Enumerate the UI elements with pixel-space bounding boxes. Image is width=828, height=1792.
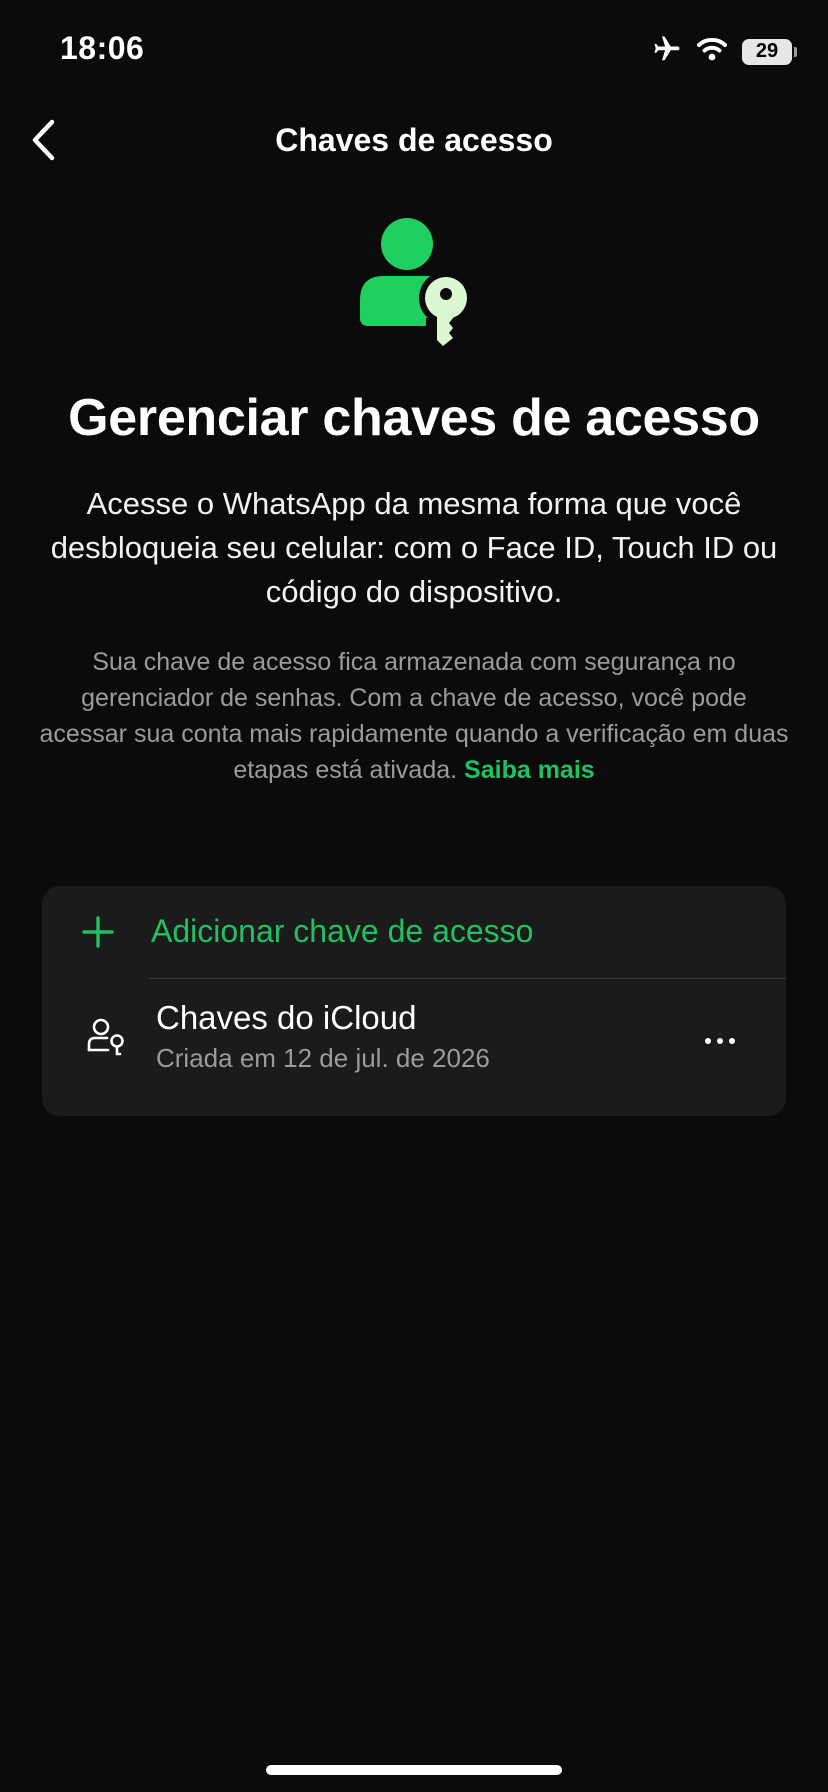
passkeys-screen: 18:06 29 Chaves de acesso Gerenciar chav…	[0, 0, 828, 1792]
add-passkey-button[interactable]: Adicionar chave de acesso	[42, 886, 786, 978]
description: Sua chave de acesso fica armazenada com …	[38, 644, 790, 788]
passkey-created-date: Criada em 12 de jul. de 2026	[156, 1043, 490, 1073]
subheadline: Acesse o WhatsApp da mesma forma que voc…	[50, 486, 778, 609]
battery-icon: 29	[742, 38, 797, 65]
add-passkey-label: Adicionar chave de acesso	[151, 913, 534, 949]
wifi-icon	[696, 36, 728, 67]
more-options-button[interactable]	[694, 1021, 746, 1061]
status-bar: 18:06 29	[0, 0, 828, 100]
dot	[729, 1038, 735, 1044]
passkeys-card: Adicionar chave de acesso Chaves do iClo…	[42, 886, 786, 1116]
passkey-name: Chaves do iCloud	[156, 999, 417, 1036]
battery-level: 29	[755, 40, 779, 62]
battery-nub	[794, 46, 797, 57]
airplane-icon	[652, 34, 682, 69]
dot	[717, 1038, 723, 1044]
page-title: Chaves de acesso	[275, 122, 553, 158]
status-time: 18:06	[60, 30, 145, 66]
person-key-outline-icon	[86, 1017, 126, 1057]
dot	[705, 1038, 711, 1044]
headline: Gerenciar chaves de acesso	[68, 389, 760, 447]
status-icons: 29	[652, 34, 797, 69]
learn-more-link[interactable]: Saiba mais	[464, 756, 595, 784]
person-key-icon	[354, 214, 474, 352]
home-indicator	[266, 1765, 562, 1775]
list-item[interactable]: Chaves do iCloud Criada em 12 de jul. de…	[42, 979, 786, 1116]
more-horizontal-icon	[705, 1038, 735, 1044]
nav-bar: Chaves de acesso	[0, 100, 828, 180]
plus-icon	[82, 916, 114, 948]
description-text: Sua chave de acesso fica armazenada com …	[39, 648, 789, 784]
